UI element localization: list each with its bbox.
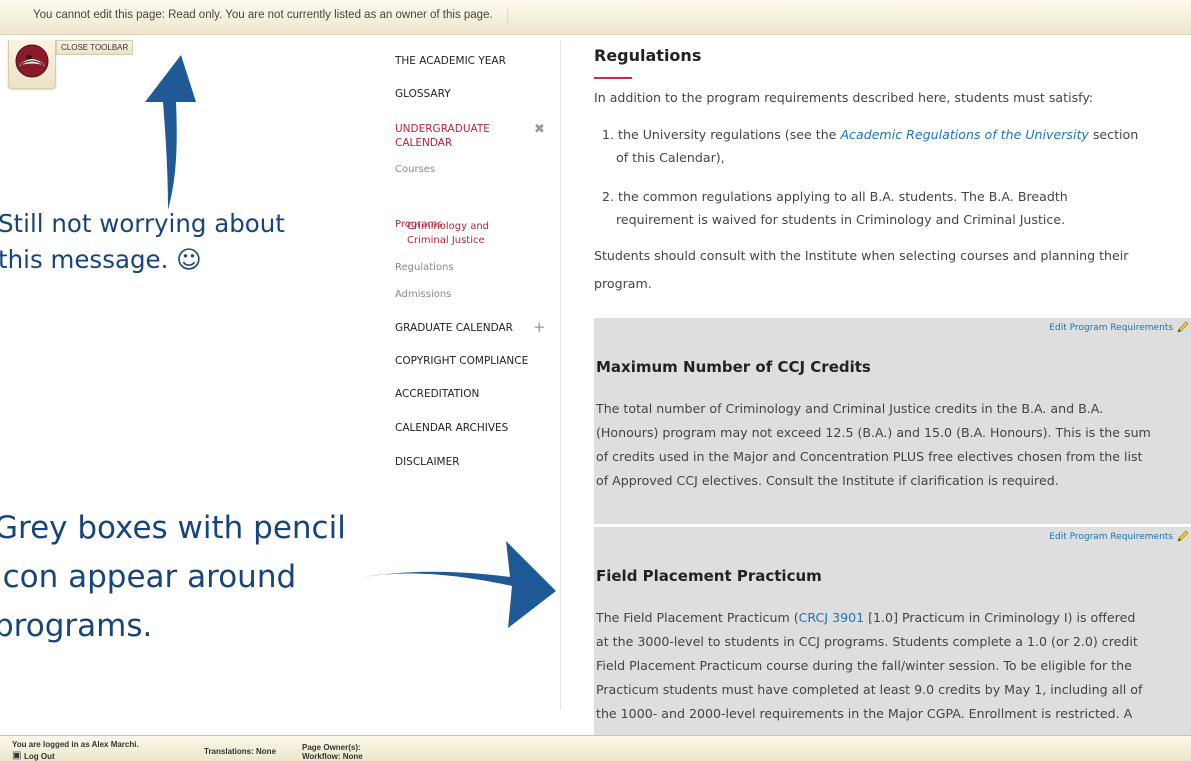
translations-text: Translations: None bbox=[204, 747, 277, 756]
up-arrow-icon bbox=[145, 55, 196, 210]
right-arrow-icon bbox=[362, 541, 556, 628]
status-bar: You are logged in as Alex Marchi. ▣ Log … bbox=[0, 735, 1191, 761]
page-owners-text: Page Owner(s): bbox=[302, 743, 361, 752]
logged-in-text: You are logged in as Alex Marchi. bbox=[12, 740, 139, 749]
logout-icon[interactable]: ▣ bbox=[12, 751, 21, 761]
annotation-arrows bbox=[145, 55, 556, 628]
